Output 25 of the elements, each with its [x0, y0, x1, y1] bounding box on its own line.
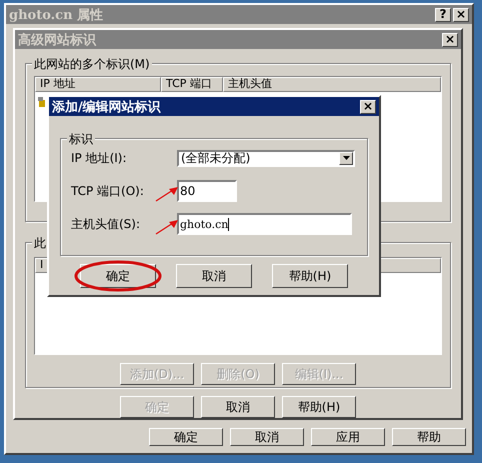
column-header[interactable]: TCP 端口 [161, 77, 223, 92]
column-header[interactable]: IP 地址 [35, 77, 161, 92]
group-title: 此网站的多个标识(M) [32, 56, 152, 73]
site-icon [38, 97, 46, 107]
column-header[interactable]: 主机头值 [223, 77, 441, 92]
dialog-button[interactable]: 帮助(H) [272, 264, 348, 288]
input-field[interactable]: 80 [177, 180, 237, 202]
dialog-button[interactable]: 取消 [176, 264, 252, 288]
caret-icon [342, 156, 350, 160]
input-field[interactable]: ghoto.cn [177, 213, 352, 235]
window-title: 高级网站标识 [18, 32, 96, 48]
field-label: TCP 端口(O): [71, 182, 145, 200]
field-label: IP 地址(I): [71, 150, 128, 166]
dialog-button[interactable]: 帮助 [392, 428, 466, 446]
close-button[interactable]: × [360, 100, 376, 114]
dialog-button[interactable]: 取消 [201, 396, 275, 418]
field-label: 主机头值(S): [71, 216, 142, 232]
group-title: 标识 [67, 131, 95, 148]
ip-dropdown[interactable]: (全部未分配) [177, 150, 355, 166]
dialog-button[interactable]: 确定 [149, 428, 223, 446]
dialog-button[interactable]: 取消 [230, 428, 304, 446]
window-title: ghoto.cn 属性 [9, 6, 104, 24]
dialog-button[interactable]: 应用 [311, 428, 385, 446]
dialog-button[interactable]: 帮助(H) [282, 396, 356, 418]
window-title: 添加/编辑网站标识 [52, 98, 161, 116]
